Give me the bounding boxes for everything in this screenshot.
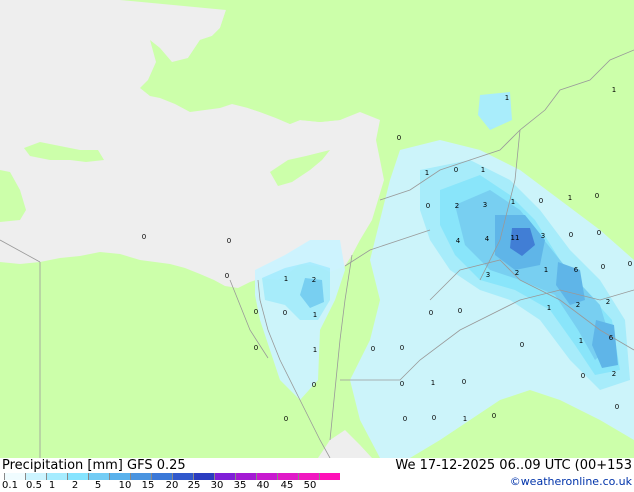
precip-value: 6 [574, 266, 579, 274]
scale-tick-label: 35 [233, 480, 247, 491]
precip-value: 0 [227, 237, 231, 245]
precip-value: 0 [569, 231, 573, 239]
precip-value: 0 [400, 344, 404, 352]
precip-value: 0 [462, 378, 466, 386]
precip-value: 1 [313, 346, 317, 354]
precip-value: 1 [511, 198, 515, 206]
precip-value: 0 [225, 272, 229, 280]
precip-value: 0 [429, 309, 433, 317]
map-title: Precipitation [mm] GFS 0.25 [2, 458, 186, 473]
scale-tick-label: 5 [94, 480, 102, 491]
scale-tick-label: 40 [256, 480, 270, 491]
precip-value: 1 [544, 266, 548, 274]
scale-swatch [319, 473, 340, 480]
precip-value: 0 [142, 233, 146, 241]
precip-value: 0 [615, 403, 619, 411]
precip-value: 0 [403, 415, 407, 423]
precip-value: 0 [539, 197, 543, 205]
precip-value: 1 [505, 94, 509, 102]
scale-swatch [130, 473, 151, 480]
precip-value: 0 [601, 263, 605, 271]
precip-value: 0 [581, 372, 585, 380]
precip-value: 0 [492, 412, 496, 420]
legend-bar: Precipitation [mm] GFS 0.25 We 17-12-202… [0, 458, 634, 492]
precip-value: 0 [400, 380, 404, 388]
scale-ticks: 0.1 0.5 1 2 5 10 15 20 25 30 35 40 45 50 [0, 480, 340, 492]
precip-value: 0 [628, 260, 632, 268]
precip-value: 0 [458, 307, 462, 315]
scale-tick-label: 0.1 [2, 480, 18, 491]
precip-value: 4 [485, 235, 490, 243]
precip-value: 2 [606, 298, 610, 306]
precip-value: 0 [254, 344, 258, 352]
color-scale [4, 473, 340, 480]
scale-swatch [67, 473, 88, 480]
precip-value: 0 [397, 134, 401, 142]
precip-value: 2 [515, 269, 519, 277]
precip-value: 0 [283, 309, 287, 317]
credit-link[interactable]: ©weatheronline.co.uk [510, 475, 632, 488]
scale-swatch [46, 473, 67, 480]
scale-tick-label: 45 [280, 480, 294, 491]
precip-value: 0 [520, 341, 524, 349]
precip-value: 2 [312, 276, 316, 284]
run-time: We 17-12-2025 06..09 UTC (00+153 [395, 458, 632, 473]
scale-tick-label: 20 [165, 480, 179, 491]
precip-value: 1 [463, 415, 467, 423]
precip-value: 1 [481, 166, 485, 174]
precip-value: 0 [426, 202, 430, 210]
scale-swatch [151, 473, 172, 480]
scale-tick-label: 2 [71, 480, 79, 491]
scale-tick-label: 25 [187, 480, 201, 491]
precip-value: 2 [576, 301, 580, 309]
precip-value: 3 [483, 201, 487, 209]
precip-value: 3 [541, 232, 545, 240]
precip-value: 1 [425, 169, 429, 177]
precip-value: 4 [456, 237, 461, 245]
scale-swatch [235, 473, 256, 480]
scale-swatch [109, 473, 130, 480]
scale-swatch [88, 473, 109, 480]
precip-value: 0 [454, 166, 458, 174]
precip-value: 0 [595, 192, 599, 200]
scale-tick-label: 10 [118, 480, 132, 491]
precip-value: 1 [579, 337, 583, 345]
scale-tick-label: 50 [303, 480, 317, 491]
scale-swatch [298, 473, 319, 480]
precip-value: 1 [547, 304, 551, 312]
precip-value: 1 [313, 311, 317, 319]
scale-swatch [4, 473, 25, 480]
precip-value: 1 [431, 379, 435, 387]
scale-swatch [172, 473, 193, 480]
precip-value: 0 [371, 345, 375, 353]
scale-tick-label: 1 [48, 480, 56, 491]
precip-value: 11 [511, 234, 520, 242]
precip-value: 0 [284, 415, 288, 423]
scale-swatch [193, 473, 214, 480]
precip-value: 2 [612, 370, 616, 378]
scale-tick-label: 15 [141, 480, 155, 491]
precipitation-map: 101 0 10 2 3 1 0 1 04 4 11 3 0 00 00 1 23 2 1 6 00 0 1 0 0 1 2 20 1 0… [0, 0, 634, 458]
scale-swatch [214, 473, 235, 480]
precip-value: 0 [312, 381, 316, 389]
precip-value: 1 [568, 194, 572, 202]
precip-value: 1 [284, 275, 288, 283]
map-chart: 1 0 1 0 1 0 2 3 1 0 1 0 4 4 11 3 0 0 0 0 0 1 2 3 2 1 6 0 0 0 1 0 0 1 2 2 0 1 0… [0, 0, 634, 492]
precip-value: 0 [597, 229, 601, 237]
scale-tick-label: 0.5 [26, 480, 42, 491]
precip-value: 6 [609, 334, 614, 342]
precip-value: 1 [612, 86, 616, 94]
scale-swatch [256, 473, 277, 480]
precip-value: 0 [254, 308, 258, 316]
precip-value: 3 [486, 271, 490, 279]
scale-swatch [25, 473, 46, 480]
scale-swatch [277, 473, 298, 480]
scale-tick-label: 30 [210, 480, 224, 491]
precip-value: 2 [455, 202, 459, 210]
precip-value: 0 [432, 414, 436, 422]
